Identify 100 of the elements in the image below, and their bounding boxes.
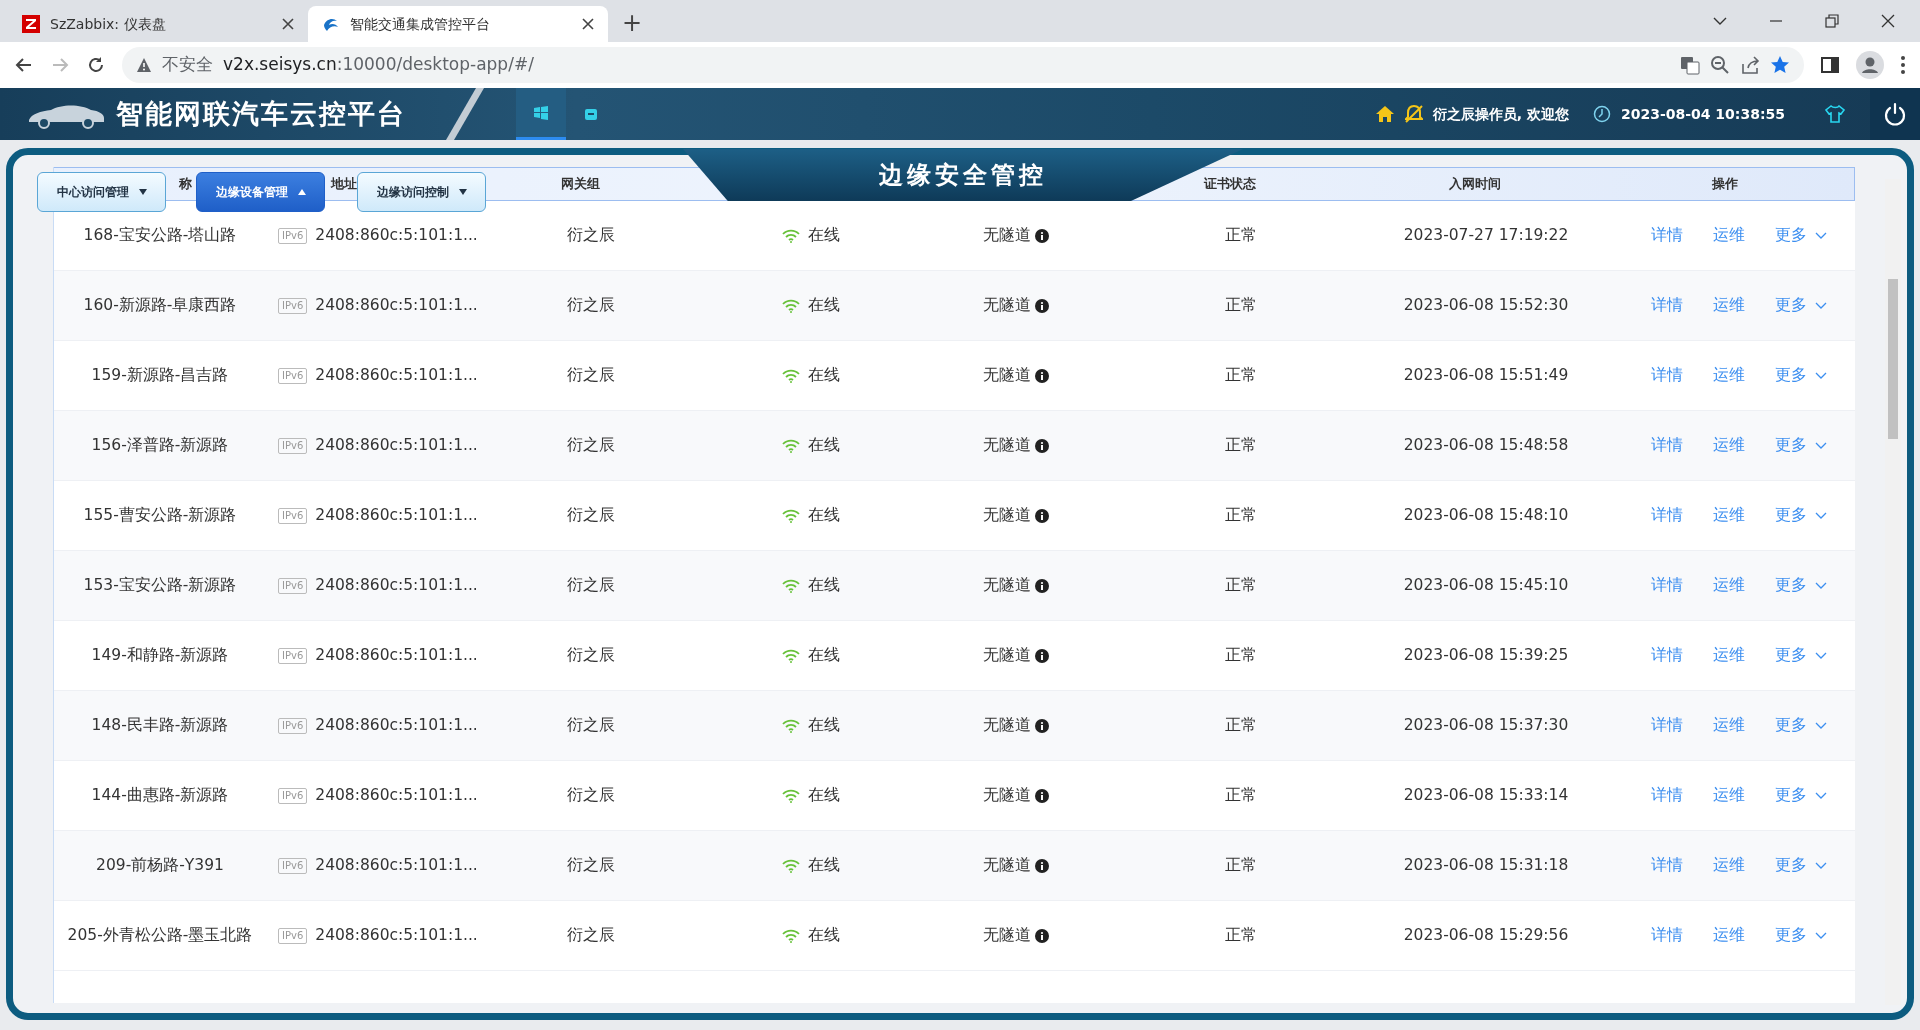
- ip-address: 2408:860c:5:101:1...: [315, 854, 478, 876]
- action-link[interactable]: 运维: [1713, 363, 1745, 388]
- action-link[interactable]: 详情: [1651, 643, 1683, 668]
- action-link[interactable]: 运维: [1713, 853, 1745, 878]
- info-icon: [1034, 788, 1049, 803]
- profile-icon[interactable]: [1856, 51, 1884, 79]
- ip-address: 2408:860c:5:101:1...: [315, 434, 478, 456]
- action-link[interactable]: 运维: [1713, 713, 1745, 738]
- device-name: 160-新源路-阜康西路: [83, 295, 237, 314]
- ip-address: 2408:860c:5:101:1...: [315, 504, 478, 526]
- windows-icon: [534, 105, 548, 120]
- action-link[interactable]: 更多: [1775, 433, 1827, 458]
- info-icon: [1034, 508, 1049, 523]
- action-link[interactable]: 更多: [1775, 783, 1827, 808]
- action-link[interactable]: 运维: [1713, 643, 1745, 668]
- action-link[interactable]: 运维: [1713, 293, 1745, 318]
- translate-icon[interactable]: [1680, 55, 1700, 75]
- certificate-status: 正常: [1225, 505, 1257, 524]
- bell-off-icon[interactable]: [1404, 104, 1423, 124]
- action-link[interactable]: 运维: [1713, 223, 1745, 248]
- action-link[interactable]: 更多: [1775, 293, 1827, 318]
- browser-tab[interactable]: 智能交通集成管控平台: [308, 6, 608, 42]
- action-link[interactable]: 详情: [1651, 923, 1683, 948]
- shirt-icon[interactable]: [1825, 105, 1845, 123]
- nav-tab[interactable]: [516, 88, 566, 140]
- panel-title: 边缘安全管控: [879, 160, 1047, 191]
- gateway-group: 衍之辰: [567, 365, 615, 384]
- chevron-down-icon: [1814, 931, 1827, 940]
- info-icon: [1034, 228, 1049, 243]
- column-header: 操作: [1711, 176, 1738, 192]
- power-button[interactable]: [1870, 88, 1920, 140]
- caret-down-icon: [138, 189, 147, 195]
- action-link[interactable]: 更多: [1775, 573, 1827, 598]
- protocol-tag: IPv6: [278, 577, 308, 594]
- menu-button[interactable]: 边缘设备管理: [196, 172, 325, 212]
- chevron-down-icon: [1814, 301, 1827, 310]
- home-icon[interactable]: [1374, 105, 1395, 123]
- info-icon: [1034, 858, 1049, 873]
- action-link[interactable]: 运维: [1713, 783, 1745, 808]
- reload-icon[interactable]: [86, 55, 106, 75]
- action-link[interactable]: 更多: [1775, 713, 1827, 738]
- gateway-group: 衍之辰: [567, 925, 615, 944]
- gateway-group: 衍之辰: [567, 225, 615, 244]
- close-icon[interactable]: [582, 18, 594, 30]
- action-link[interactable]: 更多: [1775, 363, 1827, 388]
- security-label: 不安全: [162, 53, 213, 77]
- side-panel-icon[interactable]: [1820, 55, 1840, 75]
- box-icon: [584, 107, 598, 121]
- action-link[interactable]: 运维: [1713, 923, 1745, 948]
- scroll-thumb[interactable]: [1888, 279, 1898, 439]
- menu-button[interactable]: 边缘访问控制: [357, 172, 486, 212]
- column-header: 网关组: [560, 176, 600, 192]
- action-link[interactable]: 更多: [1775, 503, 1827, 528]
- action-link[interactable]: 详情: [1651, 223, 1683, 248]
- clock-icon: [1592, 105, 1611, 123]
- action-link[interactable]: 详情: [1651, 783, 1683, 808]
- tunnel-status: 无隧道: [983, 854, 1032, 876]
- action-link[interactable]: 运维: [1713, 433, 1745, 458]
- close-icon[interactable]: [1880, 13, 1896, 29]
- chevron-down-icon: [1814, 721, 1827, 730]
- action-link[interactable]: 详情: [1651, 293, 1683, 318]
- site-icon: [22, 15, 40, 33]
- action-link[interactable]: 详情: [1651, 713, 1683, 738]
- chevron-down-icon: [1814, 441, 1827, 450]
- action-link[interactable]: 详情: [1651, 503, 1683, 528]
- protocol-tag: IPv6: [278, 857, 308, 874]
- protocol-tag: IPv6: [278, 507, 308, 524]
- browser-tab[interactable]: SzZabbix: 仪表盘: [8, 6, 308, 42]
- close-icon[interactable]: [282, 18, 294, 30]
- action-link[interactable]: 更多: [1775, 643, 1827, 668]
- protocol-tag: IPv6: [278, 717, 308, 734]
- warning-icon: [136, 57, 152, 73]
- action-link[interactable]: 更多: [1775, 853, 1827, 878]
- ip-address: 2408:860c:5:101:1...: [315, 574, 478, 596]
- star-icon[interactable]: [1770, 55, 1790, 75]
- action-link[interactable]: 详情: [1651, 363, 1683, 388]
- chevron-down-icon: [1814, 371, 1827, 380]
- tunnel-status: 无隧道: [983, 644, 1032, 666]
- info-icon: [1034, 718, 1049, 733]
- menu-button[interactable]: 中心访问管理: [37, 172, 166, 212]
- certificate-status: 正常: [1225, 645, 1257, 664]
- power-icon: [1883, 102, 1907, 126]
- scrollbar[interactable]: [1885, 179, 1901, 1005]
- certificate-status: 正常: [1225, 925, 1257, 944]
- share-icon[interactable]: [1740, 55, 1760, 75]
- menu-icon[interactable]: [1900, 55, 1906, 75]
- new-tab-button[interactable]: +: [608, 6, 657, 42]
- chevron-down-icon: [1814, 651, 1827, 660]
- action-link[interactable]: 运维: [1713, 573, 1745, 598]
- address-bar[interactable]: 不安全 v2x.seisys.cn:10000/desktop-app/#/: [122, 47, 1804, 83]
- restore-icon[interactable]: [1824, 13, 1840, 29]
- protocol-tag: IPv6: [278, 297, 308, 314]
- action-link[interactable]: 详情: [1651, 433, 1683, 458]
- action-link[interactable]: 详情: [1651, 573, 1683, 598]
- status-text: 在线: [807, 784, 840, 806]
- action-link[interactable]: 详情: [1651, 853, 1683, 878]
- action-link[interactable]: 运维: [1713, 503, 1745, 528]
- action-link[interactable]: 更多: [1775, 223, 1827, 248]
- zoom-out-icon[interactable]: [1710, 55, 1730, 75]
- action-link[interactable]: 更多: [1775, 923, 1827, 948]
